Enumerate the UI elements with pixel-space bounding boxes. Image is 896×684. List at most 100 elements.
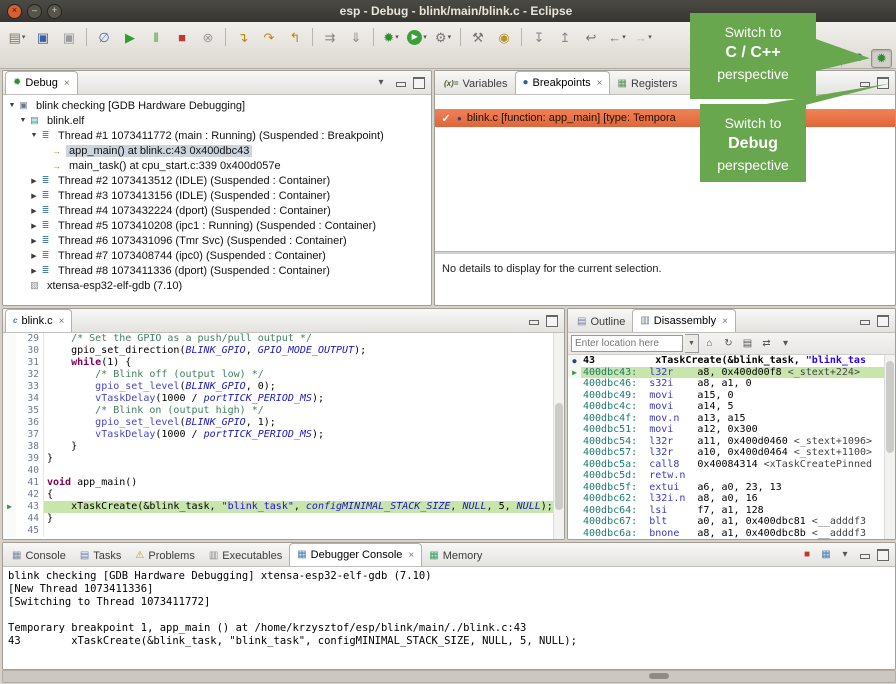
disassembly-content[interactable]: ●43 xTaskCreate(&blink_task, "blink_tas▶… bbox=[568, 355, 895, 539]
editor-marker-gutter[interactable] bbox=[3, 381, 16, 393]
editor-marker-gutter[interactable] bbox=[3, 513, 16, 525]
editor-line[interactable]: 35 /* Blink on (output high) */ bbox=[3, 405, 564, 417]
sync-context-toggle[interactable]: ⇄ bbox=[758, 336, 775, 352]
maximize-button[interactable] bbox=[875, 547, 891, 563]
editor-line[interactable]: 31 while(1) { bbox=[3, 357, 564, 369]
disassembly-line[interactable]: 400dbc62: l32i.n a8, a0, 16 bbox=[568, 493, 895, 505]
expand-icon[interactable]: ▶ bbox=[29, 237, 39, 245]
view-menu-button[interactable]: ▾ bbox=[373, 75, 389, 91]
maximize-button[interactable] bbox=[411, 75, 427, 91]
disassembly-line[interactable]: 400dbc4c: movi a14, 5 bbox=[568, 401, 895, 413]
editor-line[interactable]: 32 /* Blink off (output low) */ bbox=[3, 369, 564, 381]
minimize-button[interactable] bbox=[392, 75, 408, 91]
disassembly-line[interactable]: 400dbc67: blt a0, a1, 0x400dbc81 <__addd… bbox=[568, 516, 895, 528]
editor-line[interactable]: 45 bbox=[3, 525, 564, 537]
tab-breakpoints[interactable]: ●Breakpoints× bbox=[515, 71, 611, 94]
scrollbar-thumb[interactable] bbox=[886, 361, 894, 453]
window-close-button[interactable]: × bbox=[7, 4, 22, 19]
drop-to-frame-button[interactable]: ⇓ bbox=[344, 26, 368, 48]
step-return-button[interactable]: ↰ bbox=[283, 26, 307, 48]
close-tab-icon[interactable]: × bbox=[59, 316, 65, 327]
debug-tree-item[interactable]: ▶≣Thread #2 1073413512 (IDLE) (Suspended… bbox=[3, 173, 431, 188]
tab-disassembly[interactable]: ▥Disassembly× bbox=[632, 309, 736, 332]
editor-line[interactable]: 41void app_main() bbox=[3, 477, 564, 489]
editor-line[interactable]: 29 /* Set the GPIO as a push/pull output… bbox=[3, 333, 564, 345]
editor-line[interactable]: 36 gpio_set_level(BLINK_GPIO, 1); bbox=[3, 417, 564, 429]
editor-line[interactable]: 44} bbox=[3, 513, 564, 525]
expand-icon[interactable]: ▶ bbox=[29, 207, 39, 215]
dropdown-caret-icon[interactable]: ▾ bbox=[395, 33, 399, 41]
disassembly-line[interactable]: 400dbc51: movi a12, 0x300 bbox=[568, 424, 895, 436]
expand-icon[interactable]: ▶ bbox=[29, 267, 39, 275]
expand-icon[interactable]: ▶ bbox=[29, 222, 39, 230]
show-source-toggle[interactable]: ▤ bbox=[739, 336, 756, 352]
editor-marker-gutter[interactable] bbox=[3, 525, 16, 537]
disassembly-line[interactable]: 400dbc64: lsi f7, a1, 128 bbox=[568, 505, 895, 517]
maximize-button[interactable] bbox=[875, 75, 891, 91]
external-tools-button[interactable]: ⚙▾ bbox=[431, 26, 455, 48]
view-menu-button[interactable]: ▾ bbox=[777, 336, 794, 352]
collapse-icon[interactable]: ▼ bbox=[7, 102, 17, 109]
tab-memory[interactable]: ▦Memory bbox=[422, 545, 489, 566]
window-minimize-button[interactable]: – bbox=[27, 4, 42, 19]
editor-vertical-scrollbar[interactable] bbox=[553, 333, 564, 539]
debug-button[interactable]: ✹▾ bbox=[379, 26, 403, 48]
debug-tree-item[interactable]: ▶≣Thread #8 1073411336 (dport) (Suspende… bbox=[3, 263, 431, 278]
maximize-button[interactable] bbox=[544, 313, 560, 329]
expand-icon[interactable]: ▶ bbox=[29, 192, 39, 200]
debug-tree-item[interactable]: →app_main() at blink.c:43 0x400dbc43 bbox=[3, 143, 431, 158]
terminate-button[interactable]: ■ bbox=[799, 547, 815, 563]
dropdown-caret-icon[interactable]: ▾ bbox=[648, 33, 652, 41]
maximize-button[interactable] bbox=[875, 313, 891, 329]
minimize-button[interactable] bbox=[856, 547, 872, 563]
disassembly-line[interactable]: 400dbc5f: extui a6, a0, 23, 13 bbox=[568, 482, 895, 494]
instruction-stepping-button[interactable]: ⇉ bbox=[318, 26, 342, 48]
dropdown-caret-icon[interactable]: ▾ bbox=[448, 33, 452, 41]
previous-annotation-button[interactable]: ↥ bbox=[553, 26, 577, 48]
editor-line[interactable]: 30 gpio_set_direction(BLINK_GPIO, GPIO_M… bbox=[3, 345, 564, 357]
tab-executables[interactable]: ▥Executables bbox=[202, 545, 289, 566]
console-horizontal-scrollbar[interactable] bbox=[2, 670, 896, 683]
debug-tree-item[interactable]: ▶≣Thread #3 1073413156 (IDLE) (Suspended… bbox=[3, 188, 431, 203]
editor-line[interactable]: ▶43 xTaskCreate(&blink_task, "blink_task… bbox=[3, 501, 564, 513]
code-editor[interactable]: 29 /* Set the GPIO as a push/pull output… bbox=[3, 333, 564, 539]
suspend-button[interactable]: ‖ bbox=[144, 26, 168, 48]
step-into-button[interactable]: ↴ bbox=[231, 26, 255, 48]
debug-tree-item[interactable]: ▼▣blink checking [GDB Hardware Debugging… bbox=[3, 98, 431, 113]
disassembly-source-line[interactable]: ●43 xTaskCreate(&blink_task, "blink_tas bbox=[568, 355, 895, 367]
editor-marker-gutter[interactable] bbox=[3, 477, 16, 489]
editor-marker-gutter[interactable] bbox=[3, 465, 16, 477]
disassembly-line[interactable]: 400dbc57: l32r a10, 0x400d0464 <_stext+1… bbox=[568, 447, 895, 459]
editor-line[interactable]: 40 bbox=[3, 465, 564, 477]
editor-marker-gutter[interactable] bbox=[3, 357, 16, 369]
debug-tree-item[interactable]: ▶≣Thread #5 1073410208 (ipc1 : Running) … bbox=[3, 218, 431, 233]
disassembly-line[interactable]: 400dbc6a: bnone a8, a1, 0x400dbc8b <__ad… bbox=[568, 528, 895, 540]
last-edit-location-button[interactable]: ↩ bbox=[579, 26, 603, 48]
editor-line[interactable]: 34 vTaskDelay(1000 / portTICK_PERIOD_MS)… bbox=[3, 393, 564, 405]
tab-variables[interactable]: (x)=Variables bbox=[437, 73, 515, 94]
tab-problems[interactable]: ⚠Problems bbox=[128, 545, 201, 566]
dropdown-caret-icon[interactable]: ▾ bbox=[22, 33, 26, 41]
debug-tree-item[interactable]: ▼▤blink.elf bbox=[3, 113, 431, 128]
collapse-icon[interactable]: ▼ bbox=[18, 117, 28, 124]
open-console-button[interactable]: ▾ bbox=[837, 547, 853, 563]
breakpoints-list[interactable]: ✓ ● blink.c [function: app_main] [type: … bbox=[435, 95, 895, 251]
dropdown-caret-icon[interactable]: ▾ bbox=[423, 33, 427, 41]
editor-marker-gutter[interactable] bbox=[3, 405, 16, 417]
editor-line[interactable]: 33 gpio_set_level(BLINK_GPIO, 0); bbox=[3, 381, 564, 393]
tab-console[interactable]: ▦Console bbox=[5, 545, 73, 566]
tab-debug[interactable]: ✹Debug× bbox=[5, 71, 78, 94]
display-selected-console-button[interactable]: ▦ bbox=[818, 547, 834, 563]
disassembly-line[interactable]: 400dbc46: s32i a8, a1, 0 bbox=[568, 378, 895, 390]
editor-marker-gutter[interactable] bbox=[3, 429, 16, 441]
editor-marker-gutter[interactable] bbox=[3, 417, 16, 429]
expand-icon[interactable]: ▶ bbox=[29, 177, 39, 185]
editor-marker-gutter[interactable] bbox=[3, 345, 16, 357]
location-input[interactable] bbox=[571, 335, 683, 352]
disassembly-line[interactable]: 400dbc5d: retw.n bbox=[568, 470, 895, 482]
breakpoint-checkbox[interactable]: ✓ bbox=[440, 112, 452, 125]
editor-marker-gutter[interactable] bbox=[3, 441, 16, 453]
step-over-button[interactable]: ↷ bbox=[257, 26, 281, 48]
debug-tree-item[interactable]: ▶≣Thread #4 1073432224 (dport) (Suspende… bbox=[3, 203, 431, 218]
editor-marker-gutter[interactable] bbox=[3, 393, 16, 405]
